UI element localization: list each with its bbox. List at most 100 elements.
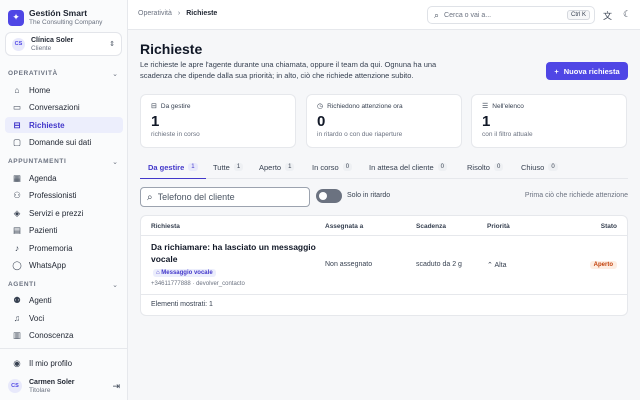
sidebar-item-profile[interactable]: ◉ Il mio profilo bbox=[5, 355, 123, 371]
table-footer: Elementi mostrati: 1 bbox=[151, 301, 213, 308]
inbox-icon: ⊟ bbox=[13, 119, 21, 130]
sidebar-item-richieste[interactable]: ⊟ Richieste bbox=[5, 117, 123, 133]
sidebar-item-label: Richieste bbox=[29, 120, 65, 130]
sidebar-item-domande[interactable]: ▢ Domande sui dati bbox=[5, 134, 123, 150]
sidebar-item-label: Pazienti bbox=[29, 225, 58, 235]
assigned-cell: Non assegnato bbox=[325, 261, 373, 268]
chevron-down-icon[interactable]: ⌄ bbox=[112, 281, 118, 289]
breadcrumb-current: Richieste bbox=[186, 10, 218, 17]
moon-icon[interactable]: ☾ bbox=[623, 9, 631, 20]
sidebar-item-professionisti[interactable]: ⚇ Professionisti bbox=[5, 187, 123, 203]
new-request-button[interactable]: + Nuova richiesta bbox=[546, 62, 628, 80]
tab-count: 0 bbox=[342, 163, 353, 171]
tab-in-corso[interactable]: In corso 0 bbox=[312, 163, 353, 179]
search-placeholder: Cerca o vai a... bbox=[444, 11, 492, 19]
phone-input[interactable] bbox=[157, 192, 309, 202]
client-switcher[interactable]: CS Clínica Soler Cliente ⇕ bbox=[5, 32, 122, 56]
alarm-icon: ◷ bbox=[317, 103, 324, 110]
stat-card-da-gestire: ⊟ Da gestire 1 richieste in corso bbox=[140, 94, 296, 148]
new-request-label: Nuova richiesta bbox=[563, 66, 620, 76]
stat-label: Da gestire bbox=[160, 102, 191, 110]
tab-label: In corso bbox=[312, 163, 339, 172]
bot-icon: ⚉ bbox=[13, 294, 21, 305]
chevron-down-icon[interactable]: ⌄ bbox=[112, 158, 118, 166]
search-shortcut: Ctrl K bbox=[567, 10, 590, 20]
sidebar-item-servizi[interactable]: ◈ Servizi e prezzi bbox=[5, 205, 123, 221]
translate-icon[interactable]: 文 bbox=[603, 9, 612, 22]
client-avatar: CS bbox=[12, 37, 25, 51]
tab-count: 1 bbox=[233, 163, 244, 171]
column-header[interactable]: Assegnata a bbox=[325, 223, 363, 230]
request-tag: ⌂ Messaggio vocale bbox=[153, 269, 216, 277]
list-icon: ☰ bbox=[482, 103, 489, 110]
late-only-label: Solo in ritardo bbox=[347, 192, 391, 199]
chat-icon: ▭ bbox=[12, 101, 22, 112]
request-title[interactable]: Da richiamare: ha lasciato un messaggio … bbox=[151, 241, 316, 265]
column-header[interactable]: Stato bbox=[601, 223, 617, 230]
tab-label: Chiuso bbox=[521, 163, 545, 172]
tab-count: 1 bbox=[285, 163, 295, 171]
sidebar-item-pazienti[interactable]: ▤ Pazienti bbox=[5, 222, 123, 238]
tab-tutte[interactable]: Tutte 1 bbox=[213, 163, 244, 179]
tab-chiuso[interactable]: Chiuso 0 bbox=[521, 163, 558, 179]
brand-subtitle: The Consulting Company bbox=[29, 19, 103, 26]
user-card: CS Carmen Soler Titolare ⇥ bbox=[8, 376, 120, 396]
logout-icon[interactable]: ⇥ bbox=[112, 381, 120, 392]
priority-cell: ⌃ Alta bbox=[487, 261, 507, 269]
column-header[interactable]: Priorità bbox=[487, 223, 510, 230]
stat-label: Nell'elenco bbox=[492, 102, 524, 110]
tab-label: In attesa del cliente bbox=[369, 163, 434, 172]
brand[interactable]: ✦ Gestión Smart The Consulting Company bbox=[8, 8, 102, 27]
sidebar-item-home[interactable]: ⌂ Home bbox=[5, 82, 123, 98]
sort-selector[interactable]: Prima ciò che richiede attenzione bbox=[525, 192, 628, 199]
sidebar-item-label: Conversazioni bbox=[29, 102, 80, 112]
late-only-toggle[interactable] bbox=[316, 189, 342, 203]
deadline-cell: scaduto da 2 g bbox=[416, 261, 462, 268]
breadcrumb-item[interactable]: Operatività bbox=[138, 10, 172, 17]
global-search[interactable]: ⌕ Cerca o vai a... Ctrl K bbox=[427, 6, 595, 24]
requests-table: Richiesta Assegnata a Scadenza Priorità … bbox=[140, 215, 628, 316]
page-title: Richieste bbox=[140, 41, 203, 57]
request-meta: +34611777888 · devolver_contacto bbox=[151, 281, 245, 287]
brand-name: Gestión Smart bbox=[29, 8, 88, 18]
request-tag-label: Messaggio vocale bbox=[161, 270, 213, 276]
tab-da-gestire[interactable]: Da gestire 1 bbox=[140, 163, 206, 179]
sidebar-item-label: Agenda bbox=[29, 173, 57, 183]
stat-subtitle: in ritardo o con due riaperture bbox=[317, 131, 403, 138]
search-icon: ⌕ bbox=[147, 191, 153, 203]
table-row[interactable]: Da richiamare: ha lasciato un messaggio … bbox=[141, 236, 627, 295]
book-icon: ▥ bbox=[12, 329, 22, 340]
inbox-icon: ⊟ bbox=[151, 103, 157, 110]
sidebar-item-voci[interactable]: ♫ Voci bbox=[5, 310, 123, 326]
sidebar-item-label: Agenti bbox=[29, 295, 52, 305]
column-header[interactable]: Scadenza bbox=[416, 223, 446, 230]
chevron-down-icon[interactable]: ⌄ bbox=[112, 70, 118, 78]
sidebar-item-whatsapp[interactable]: ◯ WhatsApp bbox=[5, 257, 123, 273]
sidebar-item-label: Professionisti bbox=[29, 190, 77, 200]
user-circle-icon: ◉ bbox=[13, 357, 21, 368]
tab-in-attesa[interactable]: In attesa del cliente 0 bbox=[369, 163, 447, 179]
tab-label: Aperto bbox=[259, 163, 282, 172]
tab-label: Da gestire bbox=[148, 163, 185, 172]
sparkle-icon: ✦ bbox=[8, 9, 24, 26]
sidebar-item-agenti[interactable]: ⚉ Agenti bbox=[5, 292, 123, 308]
tab-aperto[interactable]: Aperto 1 bbox=[259, 163, 295, 179]
tab-risolto[interactable]: Risolto 0 bbox=[467, 163, 504, 179]
status-tabs: Da gestire 1 Tutte 1 Aperto 1 In corso 0 In … bbox=[140, 163, 628, 179]
sidebar-item-promemoria[interactable]: ♪ Promemoria bbox=[5, 240, 123, 256]
tab-count: 1 bbox=[188, 163, 198, 171]
priority-label: Alta bbox=[494, 262, 507, 269]
sidebar-item-conversazioni[interactable]: ▭ Conversazioni bbox=[5, 99, 123, 115]
tag-icon: ◈ bbox=[13, 207, 21, 218]
sidebar-item-label: Il mio profilo bbox=[29, 358, 73, 368]
stat-value: 0 bbox=[317, 113, 326, 130]
section-operativita: OPERATIVITÀ bbox=[8, 70, 58, 77]
whatsapp-icon: ◯ bbox=[12, 259, 22, 270]
home-icon: ⌂ bbox=[14, 85, 20, 95]
stat-subtitle: con il filtro attuale bbox=[482, 131, 533, 138]
sidebar-item-agenda[interactable]: ▦ Agenda bbox=[5, 170, 123, 186]
column-header[interactable]: Richiesta bbox=[151, 223, 180, 230]
bell-icon: ♪ bbox=[14, 243, 20, 253]
sidebar-item-conoscenza[interactable]: ▥ Conoscenza bbox=[5, 327, 123, 343]
sidebar-divider bbox=[0, 348, 128, 349]
